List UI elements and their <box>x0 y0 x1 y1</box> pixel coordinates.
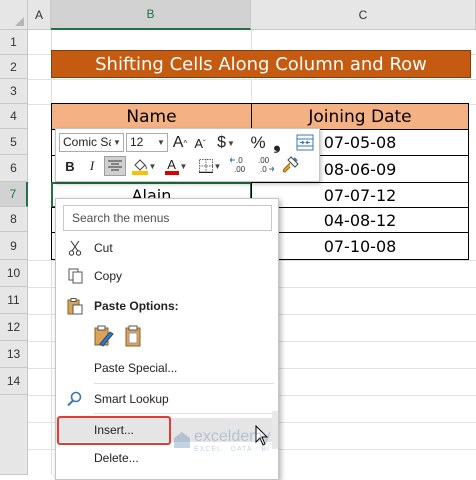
decrease-decimal-button[interactable]: .00 .0 <box>253 155 275 175</box>
row-header[interactable]: 2 <box>0 55 28 79</box>
font-name-value: Comic Sa <box>63 135 116 149</box>
column-label: B <box>146 7 155 21</box>
row-header[interactable]: 13 <box>0 341 28 368</box>
currency-icon: $ <box>217 134 226 151</box>
row-header[interactable]: 3 <box>0 79 28 104</box>
row-header[interactable]: 8 <box>0 207 28 232</box>
row-header[interactable]: 5 <box>0 129 28 155</box>
date-cell[interactable]: 04-08-12 <box>251 207 469 233</box>
format-painter-button[interactable] <box>279 155 301 175</box>
increase-decimal-button[interactable]: .0 .00 <box>229 155 251 175</box>
svg-text:.00: .00 <box>258 156 270 165</box>
paste-brush-icon <box>94 325 114 347</box>
chevron-down-icon[interactable]: ▼ <box>155 134 167 151</box>
decrease-font-size-button[interactable]: Aˇ <box>191 133 209 153</box>
watermark-brand: exceldemy <box>194 428 271 445</box>
watermark-tagline: EXCEL · DATA · BI <box>194 446 270 453</box>
watermark-logo: exceldemy EXCEL · DATA · BI <box>172 428 322 458</box>
paste-formatting-option[interactable] <box>92 324 118 348</box>
paste-clipboard-icon <box>125 325 141 347</box>
insert-highlight-box <box>57 416 171 445</box>
borders-icon <box>198 159 213 173</box>
paste-values-option[interactable] <box>122 324 148 348</box>
scissors-icon <box>56 236 94 260</box>
fill-color-button[interactable]: ▼ <box>129 156 159 176</box>
italic-button[interactable]: I <box>82 156 102 176</box>
date-cell[interactable]: 07-10-08 <box>251 232 469 260</box>
name-header-cell[interactable]: Name <box>51 103 252 130</box>
svg-text:.0: .0 <box>236 156 243 165</box>
italic-icon: I <box>89 158 95 173</box>
bold-icon: B <box>65 158 75 174</box>
menu-separator <box>94 383 274 384</box>
menu-item-smart-lookup[interactable]: Smart Lookup <box>56 387 280 411</box>
bold-button[interactable]: B <box>60 156 80 176</box>
menu-item-label: Delete... <box>94 451 139 465</box>
increase-font-size-button[interactable]: A ^ <box>171 133 189 153</box>
font-name-box[interactable]: Comic Sa ▼ <box>59 133 124 152</box>
date-header-cell[interactable]: Joining Date <box>251 103 469 130</box>
format-painter-icon <box>282 156 299 173</box>
merge-center-button[interactable] <box>294 132 316 152</box>
column-label: A <box>34 7 43 22</box>
increase-decimal-icon: .0 .00 <box>230 156 246 174</box>
font-color-icon: A <box>167 157 176 172</box>
row-header[interactable]: 11 <box>0 287 28 314</box>
svg-text:.00: .00 <box>234 165 246 174</box>
currency-format-button[interactable]: $ ▼ <box>214 133 238 153</box>
exceldemy-logo-icon <box>174 432 190 448</box>
column-header-b[interactable]: B <box>51 0 251 30</box>
sheet-title-cell[interactable]: Shifting Cells Along Column and Row <box>51 50 471 78</box>
clipboard-icon <box>56 294 94 318</box>
font-size-box[interactable]: 12 ▼ <box>126 133 168 152</box>
center-align-button[interactable] <box>104 156 126 176</box>
menu-item-paste-special[interactable]: Paste Special... <box>56 356 280 380</box>
menu-item-label: Paste Options: <box>94 299 179 313</box>
row-header[interactable]: 4 <box>0 104 28 129</box>
menu-item-cut[interactable]: Cut <box>56 236 280 260</box>
percent-icon: % <box>250 133 266 152</box>
column-header-c[interactable]: C <box>251 0 476 30</box>
menu-separator <box>94 413 274 414</box>
fill-bucket-icon <box>131 159 148 175</box>
font-size-value: 12 <box>130 135 144 149</box>
row-header-selected[interactable]: 7 <box>0 182 28 207</box>
menu-item-label: Smart Lookup <box>94 392 169 406</box>
menu-item-label: Copy <box>94 269 123 283</box>
menu-item-label: Cut <box>94 241 113 255</box>
column-header-a[interactable]: A <box>28 0 51 30</box>
comma-style-button[interactable]: ❟ <box>270 133 284 153</box>
menu-search-input[interactable]: Search the menus <box>63 205 272 231</box>
align-center-icon <box>108 160 122 171</box>
decrease-decimal-icon: .00 .0 <box>258 156 274 174</box>
paste-options-heading: Paste Options: <box>56 294 280 318</box>
row-header[interactable]: 12 <box>0 314 28 341</box>
column-label: C <box>358 7 368 22</box>
grid-line <box>28 79 476 80</box>
merge-center-icon <box>296 134 314 150</box>
row-header[interactable]: 9 <box>0 232 28 260</box>
magnifier-icon <box>56 387 94 411</box>
decrease-font-icon: A <box>194 135 203 151</box>
menu-item-copy[interactable]: Copy <box>56 264 280 288</box>
borders-button[interactable]: ▼ <box>195 156 225 176</box>
row-header[interactable]: 10 <box>0 260 28 287</box>
font-color-button[interactable]: A ▼ <box>162 156 190 176</box>
row-header[interactable]: 14 <box>0 368 28 395</box>
comma-icon: ❟ <box>273 132 281 153</box>
mini-toolbar: Comic Sa ▼ 12 ▼ A ^ Aˇ $ ▼ % ❟ B I ▼ A ▼… <box>55 128 320 182</box>
svg-text:.0: .0 <box>260 165 267 174</box>
percent-style-button[interactable]: % <box>249 133 267 153</box>
increase-font-icon: A <box>172 134 184 151</box>
menu-item-label: Paste Special... <box>94 361 178 375</box>
row-header[interactable] <box>0 395 28 475</box>
select-all-corner[interactable] <box>0 0 28 30</box>
row-header[interactable]: 1 <box>0 30 28 55</box>
date-cell[interactable]: 07-07-12 <box>251 182 469 208</box>
copy-icon <box>56 264 94 288</box>
row-header[interactable]: 6 <box>0 155 28 182</box>
chevron-down-icon[interactable]: ▼ <box>111 134 123 151</box>
